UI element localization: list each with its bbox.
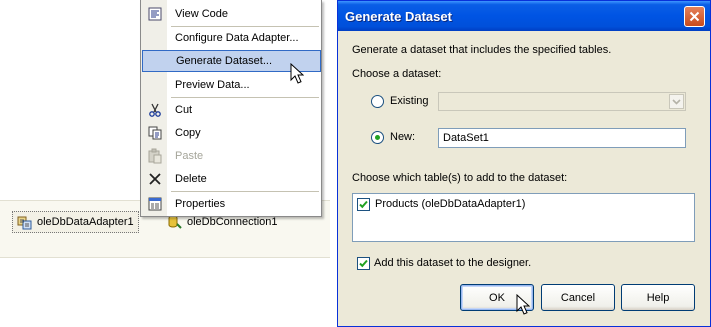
existing-dataset-combobox[interactable] [438,92,686,111]
menu-item-view-code[interactable]: View Code [142,3,321,25]
table-products-label[interactable]: Products (oleDbDataAdapter1) [375,198,525,210]
close-button[interactable] [684,6,705,27]
new-dataset-name-value: DataSet1 [443,132,489,144]
help-button[interactable]: Help [621,284,695,311]
add-to-designer-checkbox[interactable] [357,257,370,270]
menu-item-paste[interactable]: Paste [142,145,321,167]
tables-label: Choose which table(s) to add to the data… [352,172,568,184]
existing-radio-label[interactable]: Existing [390,95,429,107]
checkmark-icon [359,259,368,268]
copy-icon [147,125,163,141]
menu-item-label: Copy [175,127,201,139]
generate-dataset-dialog: Generate Dataset Generate a dataset that… [337,0,711,327]
dialog-titlebar[interactable]: Generate Dataset [338,1,710,31]
mouse-pointer-icon [290,63,304,84]
close-icon [689,11,700,22]
menu-item-label: Cut [175,104,193,116]
cancel-button-label: Cancel [560,291,596,304]
menu-item-copy[interactable]: Copy [142,122,321,144]
properties-icon [147,196,163,212]
combobox-dropdown-button[interactable] [669,94,684,109]
choose-dataset-label: Choose a dataset: [352,68,442,80]
menu-item-label: Preview Data... [175,79,250,91]
menu-separator [171,97,319,98]
help-button-label: Help [646,291,670,304]
existing-radio[interactable] [371,95,384,108]
tray-component-label: oleDbDataAdapter1 [37,216,134,228]
data-adapter-icon [17,214,33,230]
cancel-button[interactable]: Cancel [541,284,615,311]
menu-item-label: View Code [175,8,228,20]
tables-checklist: Products (oleDbDataAdapter1) [352,193,695,242]
tray-component-label: oleDbConnection1 [187,216,278,228]
view-code-icon [147,6,163,22]
tray-component-data-adapter[interactable]: oleDbDataAdapter1 [12,211,139,233]
menu-item-properties[interactable]: Properties [142,193,321,215]
menu-separator [171,191,319,192]
menu-item-label: Paste [175,150,204,162]
add-to-designer-label[interactable]: Add this dataset to the designer. [374,257,531,269]
dialog-title: Generate Dataset [345,9,452,24]
table-products-checkbox[interactable] [357,198,370,211]
checkmark-icon [359,200,368,209]
mouse-pointer-icon [516,294,530,315]
delete-x-icon [147,171,163,187]
menu-item-label: Configure Data Adapter... [175,32,299,44]
new-dataset-name-input[interactable]: DataSet1 [438,128,686,148]
new-radio[interactable] [371,131,384,144]
menu-item-label: Properties [175,198,226,210]
menu-item-cut[interactable]: Cut [142,99,321,121]
menu-item-delete[interactable]: Delete [142,168,321,190]
menu-item-label: Generate Dataset... [176,55,272,67]
menu-item-label: Delete [175,173,207,185]
menu-item-configure-data-adapter[interactable]: Configure Data Adapter... [142,27,321,49]
scissors-icon [147,102,163,118]
new-radio-label[interactable]: New: [390,131,415,143]
ok-button-label: OK [489,291,505,304]
chevron-down-icon [672,98,681,105]
dialog-description: Generate a dataset that includes the spe… [352,44,612,56]
context-menu: View Code Configure Data Adapter... Gene… [140,0,322,217]
paste-icon [147,148,163,164]
